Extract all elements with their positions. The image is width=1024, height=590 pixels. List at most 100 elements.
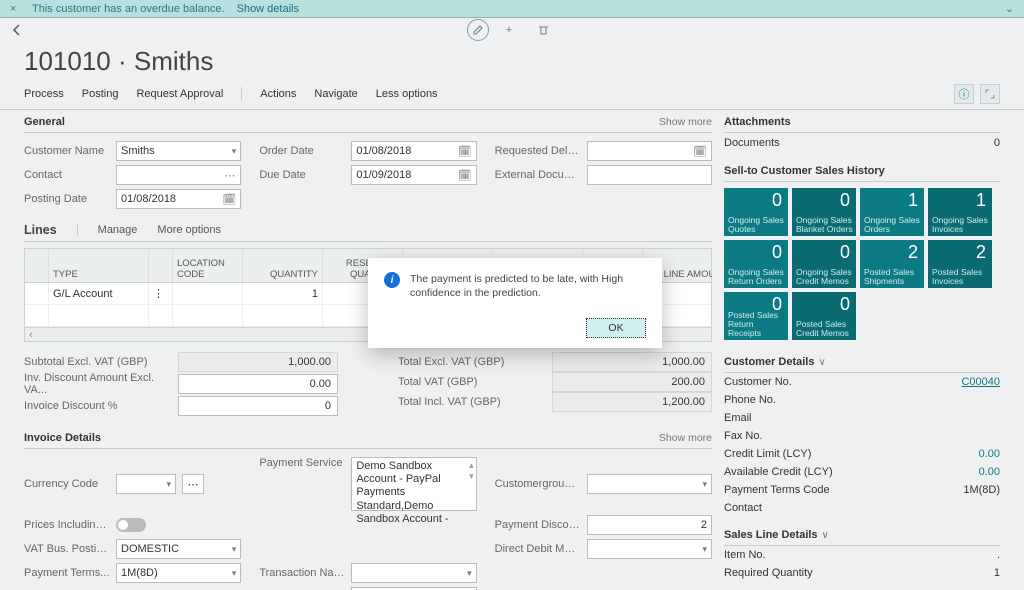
chevron-down-icon[interactable]: ▾	[232, 146, 237, 157]
history-tile[interactable]: 1Ongoing Sales Invoices	[928, 188, 992, 236]
calendar-icon[interactable]: 🗓	[693, 145, 707, 158]
action-navigate[interactable]: Navigate	[314, 88, 357, 100]
label-invdisc: Inv. Discount Amount Excl. VA...	[24, 372, 170, 396]
new-icon[interactable]: +	[495, 19, 523, 41]
section-attachments: Attachments	[724, 110, 1000, 133]
section-invoice: Invoice Details Show more	[24, 426, 712, 449]
section-sld[interactable]: Sales Line Details	[724, 523, 1000, 546]
cell-type[interactable]: G/L Account	[49, 283, 149, 304]
label-paydisc: Payment Discou...	[495, 519, 581, 531]
action-request[interactable]: Request Approval	[136, 88, 223, 100]
label-transnature: Transaction Natu...	[259, 567, 345, 579]
label-posting-date: Posting Date	[24, 193, 110, 205]
label-totvat: Total VAT (GBP)	[398, 376, 544, 388]
input-ddman[interactable]: ▾	[587, 539, 712, 559]
help-icon[interactable]: ⓘ	[954, 84, 974, 104]
currency-assist[interactable]: ⋯	[182, 474, 204, 494]
label-prices: Prices Including...	[24, 519, 110, 531]
label-totexcl: Total Excl. VAT (GBP)	[398, 356, 544, 368]
val-totincl: 1,200.00	[552, 392, 712, 412]
section-cust-details[interactable]: Customer Details	[724, 350, 1000, 373]
input-custgroup[interactable]: ▾	[587, 474, 712, 494]
calendar-icon[interactable]: 🗓	[222, 193, 236, 206]
edit-icon[interactable]	[467, 19, 489, 41]
history-tile[interactable]: 0Ongoing Sales Credit Memos	[792, 240, 856, 288]
input-contact[interactable]: ⋯	[116, 165, 241, 185]
expand-icon[interactable]	[980, 84, 1000, 104]
input-requested[interactable]: 🗓	[587, 141, 712, 161]
col-type[interactable]: TYPE	[49, 249, 149, 282]
link-custno[interactable]: C00040	[961, 376, 1000, 388]
input-posting-date[interactable]: 01/08/2018🗓	[116, 189, 241, 209]
attachments-documents[interactable]: Documents	[724, 137, 780, 149]
input-transnature[interactable]: ▾	[351, 563, 476, 583]
label-payterms: Payment Terms...	[24, 567, 110, 579]
attachments-count: 0	[994, 137, 1000, 149]
label-custgroup: Customergroup ...	[495, 478, 581, 490]
label-requested: Requested Deliv...	[495, 145, 581, 157]
lines-more[interactable]: More options	[157, 224, 221, 236]
action-process[interactable]: Process	[24, 88, 64, 100]
action-posting[interactable]: Posting	[82, 88, 119, 100]
chevron-down-icon[interactable]: ⌄	[1005, 2, 1014, 15]
action-less[interactable]: Less options	[376, 88, 438, 100]
col-qty[interactable]: QUANTITY	[243, 249, 323, 282]
label-external: External Docume...	[495, 169, 581, 181]
section-general-title: General	[24, 116, 65, 128]
label-order-date: Order Date	[259, 145, 345, 157]
label-totincl: Total Incl. VAT (GBP)	[398, 396, 544, 408]
delete-icon[interactable]	[529, 19, 557, 41]
section-history: Sell-to Customer Sales History	[724, 159, 1000, 182]
col-location[interactable]: LOCATION CODE	[173, 249, 243, 282]
toggle-prices[interactable]	[116, 518, 146, 532]
input-payservice[interactable]: Demo Sandbox Account - PayPal Payments S…	[351, 457, 476, 511]
page-title: 101010 · Smiths	[0, 42, 1024, 83]
val-totexcl: 1,000.00	[552, 352, 712, 372]
row-menu-icon[interactable]: ⋮	[149, 283, 173, 304]
show-more-invoice[interactable]: Show more	[659, 432, 712, 444]
back-button[interactable]	[6, 19, 28, 41]
label-custno: Customer No.	[724, 376, 792, 388]
section-invoice-title: Invoice Details	[24, 432, 101, 444]
input-payterms[interactable]: 1M(8D)▾	[116, 563, 241, 583]
show-more-general[interactable]: Show more	[659, 116, 712, 128]
history-tile[interactable]: 2Posted Sales Shipments	[860, 240, 924, 288]
input-invdisc[interactable]: 0.00	[178, 374, 338, 394]
notification-link[interactable]: Show details	[237, 3, 299, 15]
input-vatbus[interactable]: DOMESTIC▾	[116, 539, 241, 559]
calendar-icon[interactable]: 🗓	[458, 145, 472, 158]
label-customer-name: Customer Name	[24, 145, 110, 157]
label-payservice: Payment Service	[259, 457, 345, 469]
subhead-attachments: ATTACHMENTS	[724, 582, 1000, 590]
lines-manage[interactable]: Manage	[98, 224, 138, 236]
input-paydisc[interactable]: 2	[587, 515, 712, 535]
label-currency: Currency Code	[24, 478, 110, 490]
history-tile[interactable]: 0Ongoing Sales Return Orders	[724, 240, 788, 288]
history-tile[interactable]: 0Posted Sales Credit Memos	[792, 292, 856, 340]
input-currency[interactable]: ▾	[116, 474, 176, 494]
action-ribbon: Process Posting Request Approval Actions…	[0, 83, 1024, 110]
info-icon: i	[384, 272, 400, 288]
cell-qty[interactable]: 1	[243, 283, 323, 304]
history-tile[interactable]: 0Posted Sales Return Receipts	[724, 292, 788, 340]
notification-text: This customer has an overdue balance.	[32, 3, 225, 15]
calendar-icon[interactable]: 🗓	[458, 169, 472, 182]
input-discpct[interactable]: 0	[178, 396, 338, 416]
ok-button[interactable]: OK	[586, 318, 646, 338]
history-tile[interactable]: 0Ongoing Sales Blanket Orders	[792, 188, 856, 236]
dialog-text: The payment is predicted to be late, wit…	[410, 272, 646, 300]
close-icon[interactable]: ×	[10, 3, 20, 15]
section-general: General Show more	[24, 110, 712, 133]
label-subtotal: Subtotal Excl. VAT (GBP)	[24, 356, 170, 368]
history-tile[interactable]: 0Ongoing Sales Quotes	[724, 188, 788, 236]
history-tile[interactable]: 2Posted Sales Invoices	[928, 240, 992, 288]
input-external[interactable]	[587, 165, 712, 185]
label-due-date: Due Date	[259, 169, 345, 181]
input-customer-name[interactable]: Smiths▾	[116, 141, 241, 161]
action-actions[interactable]: Actions	[260, 88, 296, 100]
history-tile[interactable]: 1Ongoing Sales Orders	[860, 188, 924, 236]
input-due-date[interactable]: 01/09/2018🗓	[351, 165, 476, 185]
input-order-date[interactable]: 01/08/2018🗓	[351, 141, 476, 161]
label-discpct: Invoice Discount %	[24, 400, 170, 412]
lookup-icon[interactable]: ⋯	[224, 169, 236, 182]
